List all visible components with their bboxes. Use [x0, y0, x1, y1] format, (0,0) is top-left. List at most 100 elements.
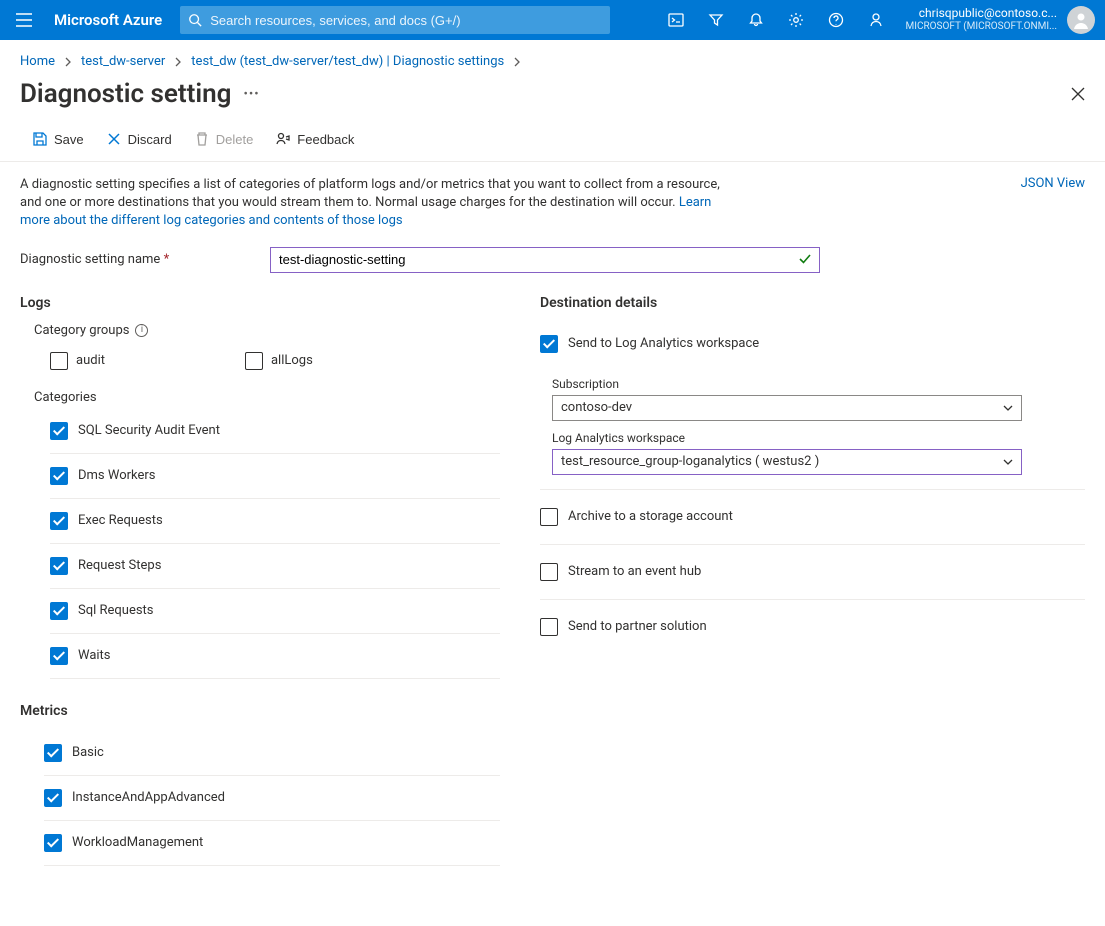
- title-row: Diagnostic setting •••: [0, 75, 1105, 127]
- checkbox-checked-icon: [540, 335, 558, 353]
- discard-button[interactable]: Discard: [104, 127, 174, 151]
- breadcrumb-server[interactable]: test_dw-server: [81, 54, 165, 69]
- account-email: chrisqpublic@contoso.c...: [906, 6, 1057, 21]
- delete-label: Delete: [216, 132, 254, 147]
- dest-storage-label: Archive to a storage account: [568, 509, 733, 524]
- logs-heading: Logs: [20, 295, 500, 311]
- json-view-link[interactable]: JSON View: [1021, 176, 1085, 191]
- breadcrumb-diagnostic[interactable]: test_dw (test_dw-server/test_dw) | Diagn…: [191, 54, 504, 69]
- category-group-label: audit: [76, 353, 105, 368]
- log-category-label: Dms Workers: [78, 468, 156, 483]
- dest-eventhub-checkbox[interactable]: Stream to an event hub: [540, 559, 1085, 585]
- category-groups-label: Category groups i: [34, 323, 500, 338]
- directory-filter-icon[interactable]: [696, 0, 736, 40]
- feedback-button[interactable]: Feedback: [273, 127, 356, 151]
- more-actions-icon[interactable]: •••: [243, 87, 259, 102]
- brand-label[interactable]: Microsoft Azure: [48, 11, 180, 29]
- log-category-checkbox[interactable]: Sql Requests: [50, 589, 500, 634]
- account-block[interactable]: chrisqpublic@contoso.c... MICROSOFT (MIC…: [896, 6, 1061, 34]
- discard-icon: [106, 131, 122, 147]
- notifications-icon[interactable]: [736, 0, 776, 40]
- checkbox-icon: [50, 512, 68, 530]
- setting-name-label: Diagnostic setting name *: [20, 252, 270, 267]
- checkbox-icon: [50, 352, 68, 370]
- subscription-select[interactable]: contoso-dev: [552, 395, 1022, 421]
- log-category-label: Waits: [78, 648, 111, 663]
- metric-checkbox[interactable]: InstanceAndAppAdvanced: [44, 776, 500, 821]
- category-group-checkbox[interactable]: audit: [50, 348, 105, 374]
- checkbox-icon: [540, 563, 558, 581]
- category-group-checkbox[interactable]: allLogs: [245, 348, 313, 374]
- delete-icon: [194, 131, 210, 147]
- close-blade-button[interactable]: [1071, 87, 1085, 101]
- delete-button: Delete: [192, 127, 256, 151]
- command-bar: Save Discard Delete Feedback: [0, 127, 1105, 162]
- log-category-label: Request Steps: [78, 558, 161, 573]
- help-icon[interactable]: [816, 0, 856, 40]
- breadcrumb-home[interactable]: Home: [20, 54, 55, 69]
- log-category-checkbox[interactable]: SQL Security Audit Event: [50, 409, 500, 454]
- metric-label: WorkloadManagement: [72, 835, 203, 850]
- intro-text: A diagnostic setting specifies a list of…: [20, 176, 720, 231]
- hamburger-menu[interactable]: [0, 0, 48, 40]
- checkbox-icon: [540, 618, 558, 636]
- save-icon: [32, 131, 48, 147]
- account-tenant: MICROSOFT (MICROSOFT.ONMI...: [906, 21, 1057, 34]
- checkbox-icon: [50, 602, 68, 620]
- checkbox-icon: [50, 647, 68, 665]
- workspace-value: test_resource_group-loganalytics ( westu…: [561, 454, 819, 469]
- workspace-label: Log Analytics workspace: [552, 431, 1085, 445]
- subscription-label: Subscription: [552, 377, 1085, 391]
- valid-check-icon: [798, 252, 812, 266]
- checkbox-icon: [44, 744, 62, 762]
- log-category-label: Sql Requests: [78, 603, 154, 618]
- checkbox-icon: [44, 834, 62, 852]
- metric-checkbox[interactable]: WorkloadManagement: [44, 821, 500, 866]
- save-label: Save: [54, 132, 84, 147]
- chevron-right-icon: [63, 57, 73, 67]
- workspace-select[interactable]: test_resource_group-loganalytics ( westu…: [552, 449, 1022, 475]
- checkbox-icon: [540, 508, 558, 526]
- save-button[interactable]: Save: [30, 127, 86, 151]
- metric-label: InstanceAndAppAdvanced: [72, 790, 225, 805]
- dest-eventhub-label: Stream to an event hub: [568, 564, 701, 579]
- checkbox-icon: [44, 789, 62, 807]
- dest-log-analytics-checkbox[interactable]: Send to Log Analytics workspace: [540, 331, 1085, 357]
- dest-storage-checkbox[interactable]: Archive to a storage account: [540, 504, 1085, 530]
- metric-checkbox[interactable]: Basic: [44, 731, 500, 776]
- info-icon[interactable]: i: [135, 324, 148, 337]
- feedback-person-icon: [275, 131, 291, 147]
- feedback-label: Feedback: [297, 132, 354, 147]
- category-group-label: allLogs: [271, 353, 313, 368]
- metric-label: Basic: [72, 745, 104, 760]
- checkbox-icon: [245, 352, 263, 370]
- log-category-checkbox[interactable]: Waits: [50, 634, 500, 679]
- header-utilities: [656, 0, 896, 40]
- chevron-down-icon: [1003, 403, 1013, 413]
- global-search[interactable]: [180, 6, 610, 34]
- settings-icon[interactable]: [776, 0, 816, 40]
- log-category-checkbox[interactable]: Request Steps: [50, 544, 500, 589]
- setting-name-input[interactable]: [270, 247, 820, 273]
- cloud-shell-icon[interactable]: [656, 0, 696, 40]
- content-area: A diagnostic setting specifies a list of…: [0, 162, 1105, 926]
- checkbox-icon: [50, 467, 68, 485]
- search-icon: [188, 13, 202, 27]
- log-category-checkbox[interactable]: Exec Requests: [50, 499, 500, 544]
- global-header: Microsoft Azure chrisqpublic@contoso.c..…: [0, 0, 1105, 40]
- log-category-label: SQL Security Audit Event: [78, 423, 220, 438]
- dest-partner-checkbox[interactable]: Send to partner solution: [540, 614, 1085, 640]
- destination-heading: Destination details: [540, 295, 1085, 311]
- dest-log-analytics-label: Send to Log Analytics workspace: [568, 336, 759, 351]
- avatar[interactable]: [1067, 6, 1095, 34]
- discard-label: Discard: [128, 132, 172, 147]
- breadcrumb: Home test_dw-server test_dw (test_dw-ser…: [0, 40, 1105, 75]
- log-category-label: Exec Requests: [78, 513, 163, 528]
- chevron-down-icon: [1003, 457, 1013, 467]
- log-category-checkbox[interactable]: Dms Workers: [50, 454, 500, 499]
- dest-partner-label: Send to partner solution: [568, 619, 707, 634]
- search-input[interactable]: [208, 12, 602, 29]
- checkbox-icon: [50, 557, 68, 575]
- metrics-heading: Metrics: [20, 703, 500, 719]
- feedback-icon[interactable]: [856, 0, 896, 40]
